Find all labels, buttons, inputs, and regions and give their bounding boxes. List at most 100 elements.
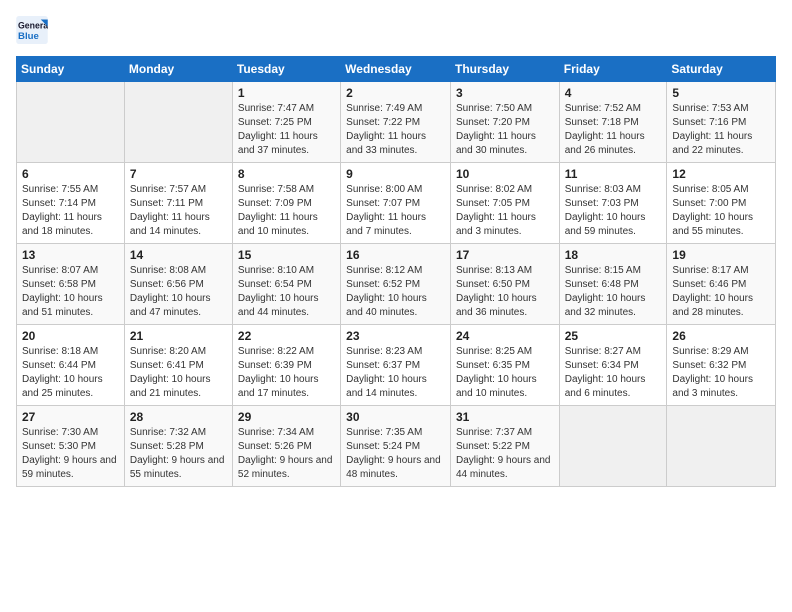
- day-number: 21: [130, 329, 227, 343]
- day-number: 20: [22, 329, 119, 343]
- day-number: 12: [672, 167, 770, 181]
- calendar-cell: 19 Sunrise: 8:17 AMSunset: 6:46 PMDayligh…: [667, 244, 776, 325]
- calendar-week-1: 1 Sunrise: 7:47 AMSunset: 7:25 PMDaylight…: [17, 82, 776, 163]
- calendar-cell: 16 Sunrise: 8:12 AMSunset: 6:52 PMDayligh…: [341, 244, 451, 325]
- calendar-cell: 1 Sunrise: 7:47 AMSunset: 7:25 PMDaylight…: [232, 82, 340, 163]
- day-info: Sunrise: 8:22 AMSunset: 6:39 PMDaylight:…: [238, 345, 335, 401]
- day-number: 26: [672, 329, 770, 343]
- calendar-cell: 22 Sunrise: 8:22 AMSunset: 6:39 PMDayligh…: [232, 325, 340, 406]
- calendar-cell: 8Sunrise: 7:58 AMSunset: 7:09 PMDaylight…: [232, 163, 340, 244]
- day-info: Sunrise: 8:10 AMSunset: 6:54 PMDaylight:…: [238, 264, 335, 320]
- calendar-cell: 12 Sunrise: 8:05 AMSunset: 7:00 PMDayligh…: [667, 163, 776, 244]
- day-info: Sunrise: 8:03 AMSunset: 7:03 PMDaylight:…: [565, 183, 662, 239]
- calendar-cell: [559, 406, 667, 487]
- calendar-cell: 30Sunrise: 7:35 AMSunset: 5:24 PMDayligh…: [341, 406, 451, 487]
- calendar-cell: 31 Sunrise: 7:37 AMSunset: 5:22 PMDayligh…: [450, 406, 559, 487]
- day-number: 22: [238, 329, 335, 343]
- logo: General Blue: [16, 16, 50, 44]
- day-info: Sunrise: 7:55 AMSunset: 7:14 PMDaylight:…: [22, 183, 119, 239]
- day-number: 15: [238, 248, 335, 262]
- day-info: Sunrise: 7:47 AMSunset: 7:25 PMDaylight:…: [238, 102, 335, 158]
- weekday-header-sunday: Sunday: [17, 57, 125, 82]
- weekday-header-thursday: Thursday: [450, 57, 559, 82]
- day-number: 3: [456, 86, 554, 100]
- day-number: 1: [238, 86, 335, 100]
- calendar-cell: 2 Sunrise: 7:49 AMSunset: 7:22 PMDaylight…: [341, 82, 451, 163]
- weekday-header-monday: Monday: [124, 57, 232, 82]
- calendar-week-4: 20 Sunrise: 8:18 AMSunset: 6:44 PMDayligh…: [17, 325, 776, 406]
- day-info: Sunrise: 7:52 AMSunset: 7:18 PMDaylight:…: [565, 102, 662, 158]
- calendar-cell: 24 Sunrise: 8:25 AMSunset: 6:35 PMDayligh…: [450, 325, 559, 406]
- day-info: Sunrise: 8:07 AMSunset: 6:58 PMDaylight:…: [22, 264, 119, 320]
- calendar-cell: 25Sunrise: 8:27 AMSunset: 6:34 PMDayligh…: [559, 325, 667, 406]
- calendar-week-2: 6Sunrise: 7:55 AMSunset: 7:14 PMDaylight…: [17, 163, 776, 244]
- day-info: Sunrise: 7:34 AMSunset: 5:26 PMDaylight:…: [238, 426, 335, 482]
- calendar-week-3: 13Sunrise: 8:07 AMSunset: 6:58 PMDayligh…: [17, 244, 776, 325]
- day-info: Sunrise: 8:05 AMSunset: 7:00 PMDaylight:…: [672, 183, 770, 239]
- calendar-cell: 28 Sunrise: 7:32 AMSunset: 5:28 PMDayligh…: [124, 406, 232, 487]
- calendar-cell: 7 Sunrise: 7:57 AMSunset: 7:11 PMDaylight…: [124, 163, 232, 244]
- day-info: Sunrise: 7:37 AMSunset: 5:22 PMDaylight:…: [456, 426, 554, 482]
- day-info: Sunrise: 8:17 AMSunset: 6:46 PMDaylight:…: [672, 264, 770, 320]
- day-info: Sunrise: 7:57 AMSunset: 7:11 PMDaylight:…: [130, 183, 227, 239]
- day-number: 2: [346, 86, 445, 100]
- day-info: Sunrise: 8:20 AMSunset: 6:41 PMDaylight:…: [130, 345, 227, 401]
- calendar-cell: 27 Sunrise: 7:30 AMSunset: 5:30 PMDayligh…: [17, 406, 125, 487]
- calendar-cell: [124, 82, 232, 163]
- weekday-header-saturday: Saturday: [667, 57, 776, 82]
- day-number: 4: [565, 86, 662, 100]
- day-info: Sunrise: 7:53 AMSunset: 7:16 PMDaylight:…: [672, 102, 770, 158]
- calendar-cell: 18 Sunrise: 8:15 AMSunset: 6:48 PMDayligh…: [559, 244, 667, 325]
- calendar-cell: 11 Sunrise: 8:03 AMSunset: 7:03 PMDayligh…: [559, 163, 667, 244]
- day-number: 5: [672, 86, 770, 100]
- day-number: 23: [346, 329, 445, 343]
- day-info: Sunrise: 8:15 AMSunset: 6:48 PMDaylight:…: [565, 264, 662, 320]
- day-info: Sunrise: 8:27 AMSunset: 6:34 PMDaylight:…: [565, 345, 662, 401]
- calendar-cell: 15 Sunrise: 8:10 AMSunset: 6:54 PMDayligh…: [232, 244, 340, 325]
- day-number: 10: [456, 167, 554, 181]
- day-info: Sunrise: 8:23 AMSunset: 6:37 PMDaylight:…: [346, 345, 445, 401]
- calendar-cell: 14 Sunrise: 8:08 AMSunset: 6:56 PMDayligh…: [124, 244, 232, 325]
- day-info: Sunrise: 7:30 AMSunset: 5:30 PMDaylight:…: [22, 426, 119, 482]
- day-number: 16: [346, 248, 445, 262]
- calendar-cell: 3 Sunrise: 7:50 AMSunset: 7:20 PMDaylight…: [450, 82, 559, 163]
- day-info: Sunrise: 8:18 AMSunset: 6:44 PMDaylight:…: [22, 345, 119, 401]
- weekday-header-wednesday: Wednesday: [341, 57, 451, 82]
- calendar-cell: 26 Sunrise: 8:29 AMSunset: 6:32 PMDayligh…: [667, 325, 776, 406]
- day-info: Sunrise: 7:32 AMSunset: 5:28 PMDaylight:…: [130, 426, 227, 482]
- day-number: 29: [238, 410, 335, 424]
- svg-text:Blue: Blue: [18, 31, 39, 42]
- calendar-cell: 29 Sunrise: 7:34 AMSunset: 5:26 PMDayligh…: [232, 406, 340, 487]
- day-number: 14: [130, 248, 227, 262]
- day-number: 18: [565, 248, 662, 262]
- day-number: 11: [565, 167, 662, 181]
- day-number: 31: [456, 410, 554, 424]
- weekday-header-tuesday: Tuesday: [232, 57, 340, 82]
- day-number: 7: [130, 167, 227, 181]
- day-info: Sunrise: 8:25 AMSunset: 6:35 PMDaylight:…: [456, 345, 554, 401]
- header: General Blue: [16, 16, 776, 44]
- day-info: Sunrise: 7:49 AMSunset: 7:22 PMDaylight:…: [346, 102, 445, 158]
- calendar-cell: 6Sunrise: 7:55 AMSunset: 7:14 PMDaylight…: [17, 163, 125, 244]
- day-info: Sunrise: 8:12 AMSunset: 6:52 PMDaylight:…: [346, 264, 445, 320]
- day-info: Sunrise: 8:08 AMSunset: 6:56 PMDaylight:…: [130, 264, 227, 320]
- calendar-cell: 20 Sunrise: 8:18 AMSunset: 6:44 PMDayligh…: [17, 325, 125, 406]
- calendar-cell: 23 Sunrise: 8:23 AMSunset: 6:37 PMDayligh…: [341, 325, 451, 406]
- day-number: 9: [346, 167, 445, 181]
- calendar-cell: 17Sunrise: 8:13 AMSunset: 6:50 PMDayligh…: [450, 244, 559, 325]
- calendar-cell: 21 Sunrise: 8:20 AMSunset: 6:41 PMDayligh…: [124, 325, 232, 406]
- day-number: 28: [130, 410, 227, 424]
- day-info: Sunrise: 7:50 AMSunset: 7:20 PMDaylight:…: [456, 102, 554, 158]
- day-info: Sunrise: 8:02 AMSunset: 7:05 PMDaylight:…: [456, 183, 554, 239]
- calendar-cell: 10 Sunrise: 8:02 AMSunset: 7:05 PMDayligh…: [450, 163, 559, 244]
- day-info: Sunrise: 8:29 AMSunset: 6:32 PMDaylight:…: [672, 345, 770, 401]
- day-info: Sunrise: 8:13 AMSunset: 6:50 PMDaylight:…: [456, 264, 554, 320]
- calendar-cell: [17, 82, 125, 163]
- day-number: 24: [456, 329, 554, 343]
- day-number: 27: [22, 410, 119, 424]
- day-number: 19: [672, 248, 770, 262]
- calendar-cell: 4 Sunrise: 7:52 AMSunset: 7:18 PMDaylight…: [559, 82, 667, 163]
- calendar-cell: [667, 406, 776, 487]
- day-info: Sunrise: 7:58 AMSunset: 7:09 PMDaylight:…: [238, 183, 335, 239]
- logo-icon: General Blue: [16, 16, 48, 44]
